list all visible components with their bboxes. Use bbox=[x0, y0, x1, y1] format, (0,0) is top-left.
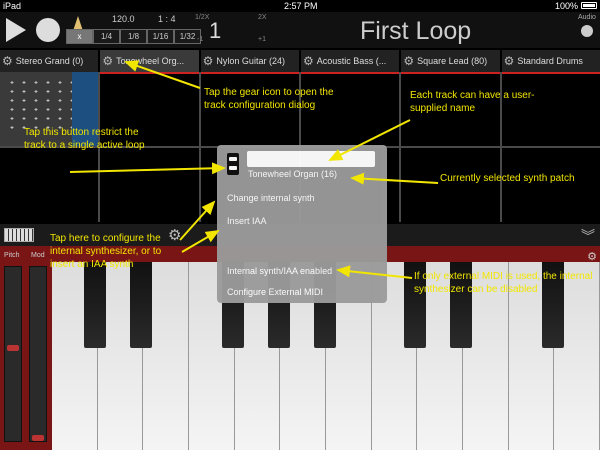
black-key[interactable] bbox=[130, 262, 152, 348]
pitch-label: Pitch bbox=[4, 252, 20, 259]
quantize-option[interactable]: 1/4 bbox=[93, 29, 120, 44]
mod-label: Mod bbox=[31, 252, 45, 259]
track-name: Nylon Guitar (24) bbox=[216, 56, 285, 66]
time-signature-display[interactable]: 1 : 4 bbox=[158, 14, 176, 24]
gear-icon[interactable]: ⚙ bbox=[504, 54, 515, 68]
track-header[interactable]: ⚙ Stereo Grand (0) bbox=[0, 50, 99, 72]
single-loop-toggle[interactable] bbox=[227, 153, 239, 175]
keyboard-range-icon[interactable] bbox=[4, 228, 34, 242]
clock: 2:57 PM bbox=[284, 1, 318, 11]
annotation-external: If only external MIDI is used, the inter… bbox=[414, 271, 593, 295]
track-header[interactable]: ⚙ Acoustic Bass (... bbox=[300, 50, 400, 72]
gear-icon[interactable]: ⚙ bbox=[2, 54, 13, 68]
track-header[interactable]: ⚙ Standard Drums bbox=[501, 50, 600, 72]
annotation-configure: Tap here to configure the internal synth… bbox=[50, 233, 162, 270]
increment-button[interactable]: +1 bbox=[258, 36, 266, 43]
quantize-selector: x 1/4 1/8 1/16 1/32 bbox=[66, 29, 201, 44]
status-bar: iPad 2:57 PM 100% bbox=[0, 0, 600, 12]
loop-count: 1 bbox=[209, 18, 222, 43]
loop-cell[interactable] bbox=[0, 148, 99, 222]
battery-percent: 100% bbox=[554, 1, 578, 11]
collapse-chevron-icon[interactable]: ︾ bbox=[581, 226, 595, 246]
quantize-option[interactable]: 1/8 bbox=[120, 29, 147, 44]
loop-cell[interactable] bbox=[501, 148, 600, 222]
gear-icon[interactable]: ⚙ bbox=[303, 54, 314, 68]
quantize-option[interactable]: 1/16 bbox=[147, 29, 174, 44]
change-synth-button[interactable]: Change internal synth bbox=[227, 193, 315, 203]
loop-cell[interactable] bbox=[401, 148, 500, 222]
gear-icon[interactable]: ⚙ bbox=[203, 54, 214, 68]
pitch-bend-slider[interactable] bbox=[4, 266, 22, 442]
black-key[interactable] bbox=[84, 262, 106, 348]
loop-cell[interactable] bbox=[100, 148, 199, 222]
annotation-gear: Tap the gear icon to open the track conf… bbox=[204, 87, 334, 111]
annotation-restrict: Tap this button restrict the track to a … bbox=[24, 127, 145, 151]
carrier-label: iPad bbox=[3, 1, 22, 11]
note-pattern bbox=[6, 78, 75, 132]
gear-icon[interactable]: ⚙ bbox=[102, 54, 113, 68]
audio-label: Audio bbox=[578, 14, 596, 21]
track-header[interactable]: ⚙ Tonewheel Org... bbox=[100, 50, 199, 72]
insert-iaa-button[interactable]: Insert IAA bbox=[227, 216, 267, 226]
track-name: Standard Drums bbox=[517, 56, 583, 66]
half-length-button[interactable]: 1/2X bbox=[195, 14, 209, 21]
play-button[interactable] bbox=[6, 18, 26, 42]
gear-icon[interactable]: ⚙ bbox=[403, 54, 414, 68]
decrement-button[interactable]: -1 bbox=[197, 36, 203, 43]
transport-bar: 120.0 1 : 4 x 1/4 1/8 1/16 1/32 1/2X -1 … bbox=[0, 12, 600, 48]
track-header[interactable]: ⚙ Square Lead (80) bbox=[401, 50, 500, 72]
tempo-display[interactable]: 120.0 bbox=[112, 14, 135, 24]
record-button[interactable] bbox=[36, 18, 60, 42]
synth-patch-label: Tonewheel Organ (16) bbox=[248, 169, 338, 179]
synth-enabled-toggle[interactable]: Internal synth/IAA enabled bbox=[227, 266, 332, 276]
track-header-row: ⚙ Stereo Grand (0) ⚙ Tonewheel Org... ⚙ Nyl… bbox=[0, 50, 600, 72]
loop-title: First Loop bbox=[360, 17, 472, 45]
annotation-name: Each track can have a user-supplied name bbox=[410, 90, 535, 114]
track-name-field[interactable] bbox=[247, 151, 375, 167]
track-name: Acoustic Bass (... bbox=[316, 56, 387, 66]
slider-thumb[interactable] bbox=[32, 435, 44, 441]
track-name: Square Lead (80) bbox=[417, 56, 488, 66]
slider-thumb[interactable] bbox=[7, 345, 19, 351]
annotation-patch: Currently selected synth patch bbox=[440, 173, 575, 184]
track-header[interactable]: ⚙ Nylon Guitar (24) bbox=[200, 50, 299, 72]
track-name: Stereo Grand (0) bbox=[15, 56, 84, 66]
configure-midi-button[interactable]: Configure External MIDI bbox=[227, 287, 323, 297]
mod-wheel-slider[interactable] bbox=[29, 266, 47, 442]
track-config-dialog: Tonewheel Organ (16) Change internal syn… bbox=[217, 145, 387, 303]
track-name: Tonewheel Org... bbox=[116, 56, 185, 66]
battery-icon bbox=[581, 2, 597, 9]
audio-toggle[interactable] bbox=[581, 25, 593, 37]
double-length-button[interactable]: 2X bbox=[258, 14, 267, 21]
quantize-option[interactable]: x bbox=[66, 29, 93, 44]
